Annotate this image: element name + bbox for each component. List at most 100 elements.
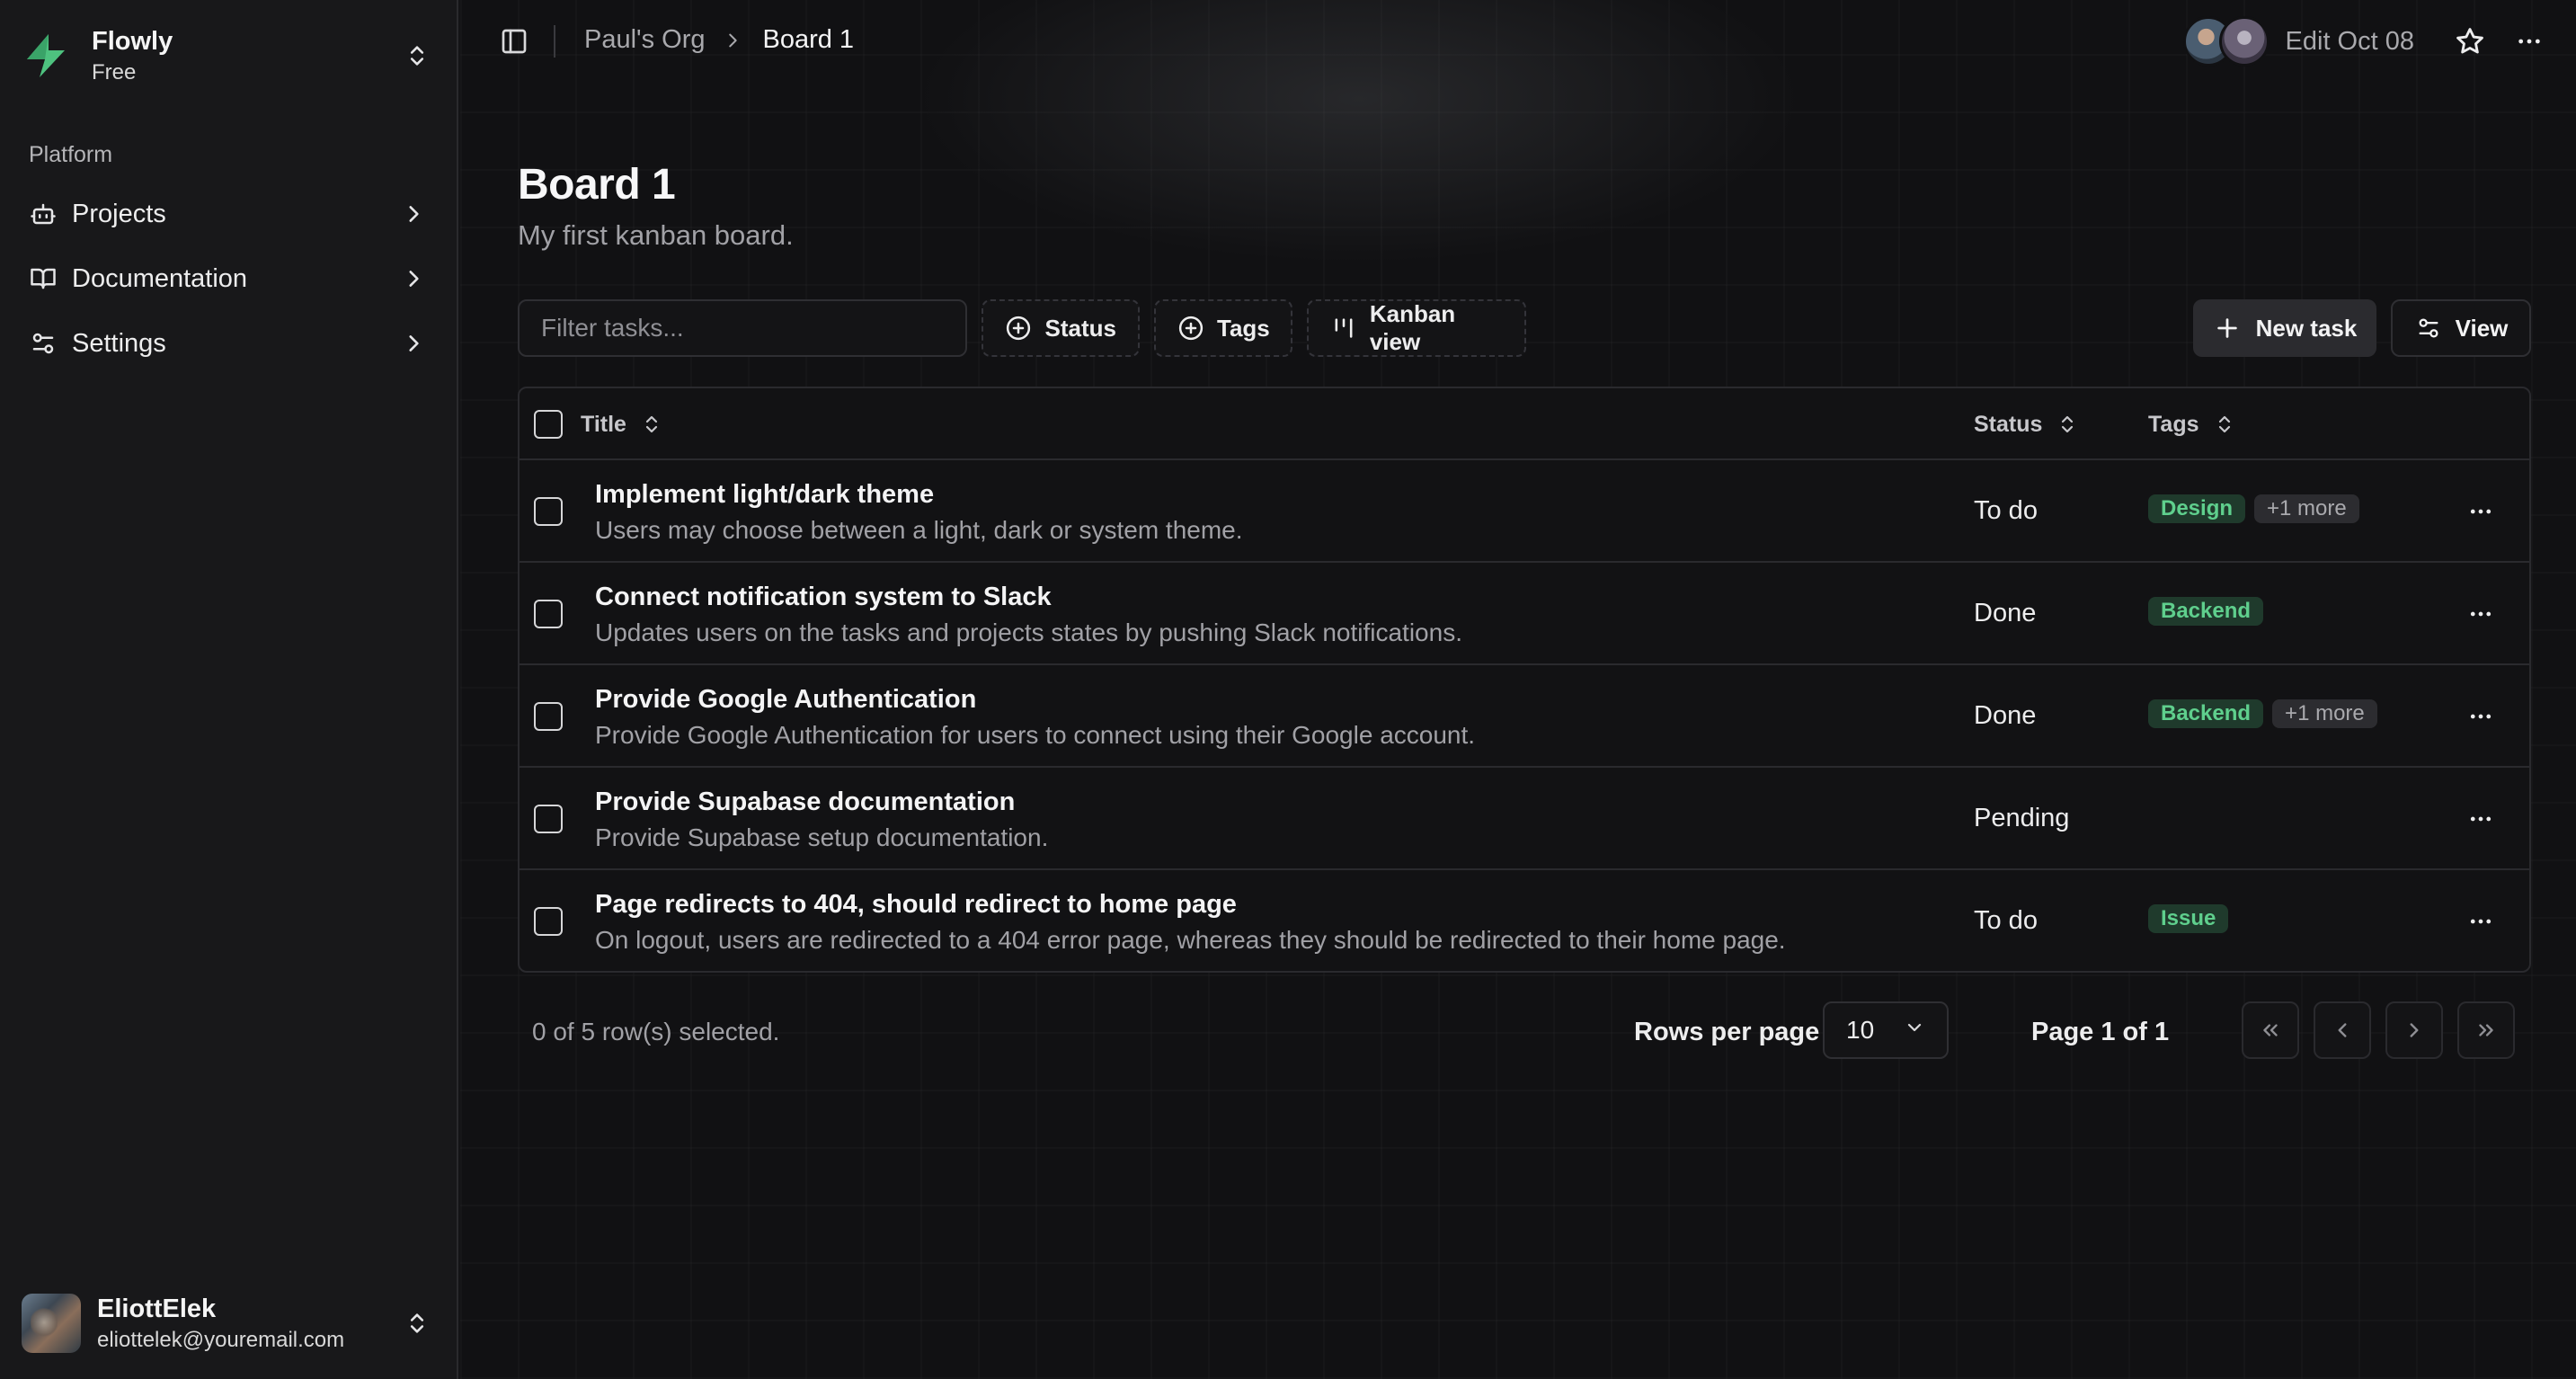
plus-icon	[2213, 314, 2242, 343]
page-title: Board 1	[518, 161, 676, 209]
sidebar-toggle-icon[interactable]	[496, 23, 532, 59]
sidebar-item-projects[interactable]: Projects	[14, 182, 442, 246]
tag-badge: Issue	[2148, 904, 2229, 933]
table-row[interactable]: Implement light/dark theme Users may cho…	[520, 460, 2529, 563]
table-pagination: 0 of 5 row(s) selected. Rows per page 10…	[518, 1001, 2531, 1061]
chevron-left-icon	[2338, 1023, 2347, 1037]
header-actions: Edit Oct 08	[2182, 14, 2554, 68]
star-icon[interactable]	[2445, 16, 2495, 67]
task-status: Done	[1974, 599, 2037, 627]
task-title: Connect notification system to Slack	[595, 583, 1052, 611]
task-title: Page redirects to 404, should redirect t…	[595, 890, 1237, 919]
row-checkbox[interactable]	[534, 497, 563, 526]
task-status: To do	[1974, 496, 2038, 525]
task-status: Pending	[1974, 804, 2070, 832]
column-status-label: Status	[1974, 411, 2043, 437]
org-name: Flowly	[92, 26, 173, 56]
more-tags-badge: +1 more	[2254, 494, 2359, 523]
previous-page-button[interactable]	[2314, 1001, 2371, 1059]
sort-icon	[2212, 412, 2237, 437]
column-header-status[interactable]: Status	[1974, 388, 2080, 460]
view-options-button[interactable]: View	[2391, 299, 2531, 357]
plus-circle-icon	[1177, 314, 1204, 343]
kanban-view-button[interactable]: Kanban view	[1307, 299, 1526, 357]
user-name: EliottElek	[97, 1294, 217, 1323]
task-description: Provide Supabase setup documentation.	[595, 823, 1049, 851]
task-title: Provide Supabase documentation	[595, 787, 1016, 816]
row-checkbox[interactable]	[534, 600, 563, 628]
more-horizontal-icon[interactable]	[2461, 903, 2500, 939]
selection-count: 0 of 5 row(s) selected.	[532, 1018, 780, 1045]
sidebar-item-label: Settings	[72, 328, 166, 358]
task-tags: Backend	[2148, 597, 2272, 626]
task-description: On logout, users are redirected to a 404…	[595, 926, 1786, 954]
sidebar-item-settings[interactable]: Settings	[14, 311, 442, 376]
task-description: Updates users on the tasks and projects …	[595, 618, 1462, 646]
sidebar-item-documentation[interactable]: Documentation	[14, 246, 442, 311]
status-filter-label: Status	[1044, 314, 1116, 342]
more-horizontal-icon[interactable]	[2461, 698, 2500, 734]
last-page-button[interactable]	[2457, 1001, 2515, 1059]
rows-per-page-select[interactable]: 10	[1823, 1001, 1949, 1059]
chevron-down-icon	[1904, 1016, 1925, 1045]
task-tags: Issue	[2148, 904, 2237, 933]
column-tags-label: Tags	[2148, 411, 2199, 437]
table-row[interactable]: Provide Supabase documentation Provide S…	[520, 768, 2529, 870]
tasks-table: Title Status Tags Implement light/dark t…	[518, 387, 2531, 973]
user-email: eliottelek@youremail.com	[97, 1327, 345, 1352]
org-plan: Free	[92, 59, 137, 85]
user-menu[interactable]: EliottElek eliottelek@youremail.com	[22, 1287, 435, 1359]
task-tags: Design +1 more	[2148, 494, 2368, 523]
chevrons-up-down-icon	[399, 1305, 435, 1341]
row-checkbox[interactable]	[534, 702, 563, 731]
breadcrumb-current-page: Board 1	[762, 25, 855, 54]
row-checkbox[interactable]	[534, 907, 563, 936]
tags-filter-button[interactable]: Tags	[1154, 299, 1292, 357]
task-toolbar: Status Tags Kanban view New task View	[518, 299, 2531, 357]
table-row[interactable]: Provide Google Authentication Provide Go…	[520, 665, 2529, 768]
rows-per-page-value: 10	[1846, 1016, 1875, 1044]
tag-badge: Backend	[2148, 597, 2264, 626]
next-page-button[interactable]	[2385, 1001, 2443, 1059]
column-header-title[interactable]: Title	[581, 388, 664, 460]
nav-group-label: Platform	[29, 142, 113, 167]
sort-icon	[2055, 412, 2080, 437]
column-header-tags[interactable]: Tags	[2148, 388, 2237, 460]
task-tags: Backend +1 more	[2148, 699, 2386, 728]
more-horizontal-icon[interactable]	[2461, 494, 2500, 529]
table-row[interactable]: Connect notification system to Slack Upd…	[520, 563, 2529, 665]
chevrons-up-down-icon	[399, 38, 435, 74]
sidebar: Flowly Free Platform Projects Documentat…	[0, 0, 458, 1379]
filter-tasks-input[interactable]	[518, 299, 967, 357]
org-switcher[interactable]: Flowly Free	[22, 22, 435, 90]
select-all-checkbox[interactable]	[534, 410, 563, 439]
task-title: Implement light/dark theme	[595, 480, 935, 509]
bot-icon	[29, 200, 58, 228]
more-horizontal-icon[interactable]	[2461, 801, 2500, 837]
status-filter-button[interactable]: Status	[982, 299, 1140, 357]
page-indicator: Page 1 of 1	[2031, 1018, 2170, 1046]
task-status: Done	[1974, 701, 2037, 730]
chevrons-right-icon	[2479, 1024, 2493, 1036]
more-horizontal-icon[interactable]	[2461, 596, 2500, 632]
task-description: Users may choose between a light, dark o…	[595, 516, 1243, 544]
breadcrumb-org-link[interactable]: Paul's Org	[584, 25, 705, 55]
tags-filter-label: Tags	[1217, 314, 1270, 342]
top-bar: Paul's Org Board 1 Edit Oct 08	[460, 0, 2576, 83]
chevron-right-icon	[2410, 1023, 2419, 1037]
avatar	[22, 1294, 81, 1353]
tag-badge: Backend	[2148, 699, 2264, 728]
table-row[interactable]: Page redirects to 404, should redirect t…	[520, 870, 2529, 973]
tag-badge: Design	[2148, 494, 2246, 523]
more-horizontal-icon[interactable]	[2504, 16, 2554, 67]
chevrons-left-icon	[2263, 1024, 2278, 1036]
row-checkbox[interactable]	[534, 805, 563, 833]
first-page-button[interactable]	[2242, 1001, 2299, 1059]
view-label: View	[2455, 314, 2509, 342]
page-description: My first kanban board.	[518, 219, 794, 251]
sliders-icon	[2414, 314, 2443, 343]
collaborator-avatars[interactable]	[2182, 16, 2270, 67]
new-task-button[interactable]: New task	[2193, 299, 2376, 357]
sidebar-item-label: Projects	[72, 199, 166, 228]
main-content: Paul's Org Board 1 Edit Oct 08 Board 1 M…	[460, 0, 2576, 1379]
